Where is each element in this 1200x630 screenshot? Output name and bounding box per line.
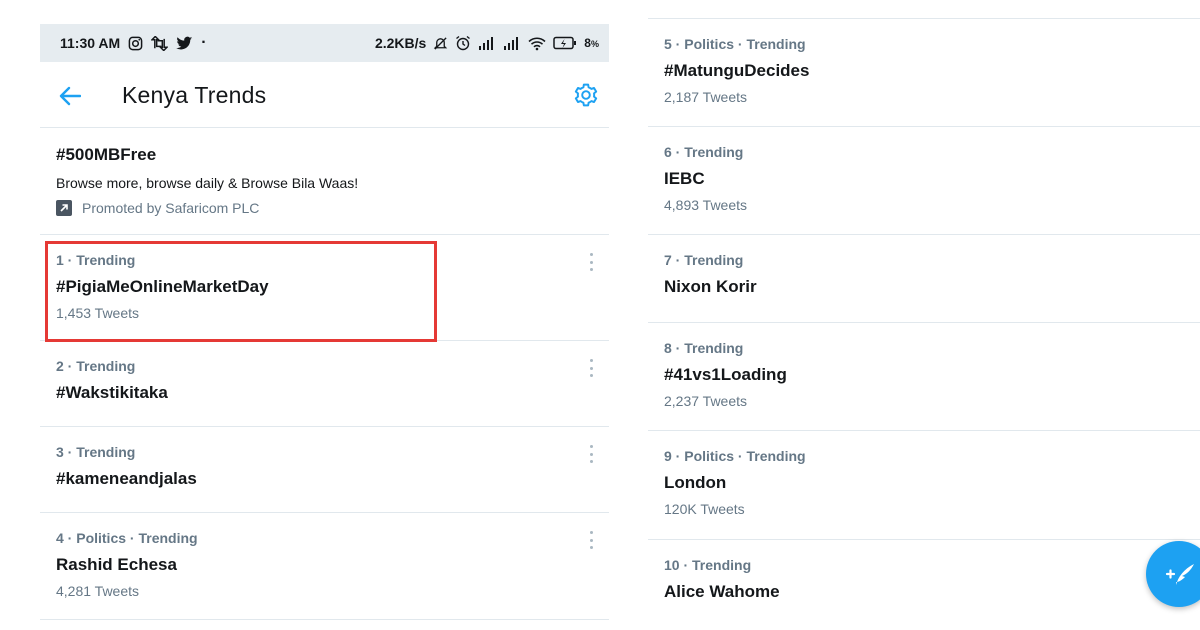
- trend-row-8[interactable]: 8 · Trending #41vs1Loading 2,237 Tweets: [648, 323, 1200, 431]
- battery-percent: 8%: [584, 36, 599, 50]
- trend-row-5[interactable]: 5 · Politics · Trending #MatunguDecides …: [648, 19, 1200, 127]
- top-divider: [648, 0, 1200, 19]
- promoted-arrow-icon: [56, 200, 72, 216]
- trend-row-10[interactable]: 10 · Trending Alice Wahome: [648, 540, 1200, 630]
- wifi-icon: [528, 36, 546, 51]
- trend-tweet-count: 4,281 Tweets: [56, 583, 140, 599]
- arrow-left-icon: [59, 86, 81, 106]
- trend-row-7[interactable]: 7 · Trending Nixon Korir: [648, 235, 1200, 323]
- instagram-icon: [128, 36, 143, 51]
- trend-topic: London: [664, 473, 727, 492]
- back-button[interactable]: [56, 82, 84, 110]
- promoted-by-line: Promoted by Safaricom PLC: [56, 200, 259, 216]
- status-bar-left: 11:30 AM ·: [60, 34, 207, 52]
- trend-meta: 3 · Trending: [56, 444, 136, 460]
- trend-topic: #kameneandjalas: [56, 469, 197, 488]
- trend-tweet-count: 4,893 Tweets: [664, 197, 748, 213]
- trend-row-2[interactable]: 2 · Trending #Wakstikitaka: [40, 341, 609, 427]
- trend-topic: Alice Wahome: [664, 582, 780, 601]
- status-bar-right: 2.2KB/s 8%: [375, 35, 599, 51]
- mute-icon: [433, 36, 448, 51]
- trend-tweet-count: 2,187 Tweets: [664, 89, 748, 105]
- trend-row-6[interactable]: 6 · Trending IEBC 4,893 Tweets: [648, 127, 1200, 235]
- promoted-by: Promoted by Safaricom PLC: [82, 200, 260, 216]
- highlight-annotation-box: [45, 241, 437, 342]
- app-header: Kenya Trends: [40, 62, 609, 128]
- dot-icon: ·: [201, 34, 207, 51]
- more-options-icon[interactable]: [585, 253, 597, 271]
- trend-meta: 8 · Trending: [664, 340, 744, 356]
- trend-topic: #MatunguDecides: [664, 61, 810, 80]
- trend-meta: 10 · Trending: [664, 557, 752, 573]
- battery-charging-icon: [553, 36, 577, 50]
- promoted-description: Browse more, browse daily & Browse Bila …: [56, 175, 359, 191]
- more-options-icon[interactable]: [585, 359, 597, 377]
- gear-icon: [574, 83, 598, 107]
- more-options-icon[interactable]: [585, 445, 597, 463]
- alarm-icon: [455, 35, 471, 51]
- trend-topic: #500MBFree: [56, 145, 157, 164]
- trend-row-4[interactable]: 4 · Politics · Trending Rashid Echesa 4,…: [40, 513, 609, 620]
- more-options-icon[interactable]: [585, 531, 597, 549]
- trend-meta: 9 · Politics · Trending: [664, 448, 806, 464]
- trend-meta: 4 · Politics · Trending: [56, 530, 198, 546]
- trend-topic: Nixon Korir: [664, 277, 757, 296]
- trend-meta: 5 · Politics · Trending: [664, 36, 806, 52]
- right-screenshot-panel: 5 · Politics · Trending #MatunguDecides …: [648, 0, 1200, 630]
- trend-topic: Rashid Echesa: [56, 555, 177, 574]
- trend-row-3[interactable]: 3 · Trending #kameneandjalas: [40, 427, 609, 513]
- trend-row-9[interactable]: 9 · Politics · Trending London 120K Twee…: [648, 431, 1200, 540]
- signal-icon: [503, 36, 521, 50]
- settings-button[interactable]: [571, 80, 601, 110]
- trend-meta: 7 · Trending: [664, 252, 744, 268]
- trend-tweet-count: 2,237 Tweets: [664, 393, 748, 409]
- promoted-trend[interactable]: #500MBFree Browse more, browse daily & B…: [40, 128, 609, 235]
- retweet-icon: [151, 35, 169, 51]
- status-bar: 11:30 AM · 2.2KB/s 8%: [40, 24, 609, 62]
- trend-topic: #41vs1Loading: [664, 365, 787, 384]
- compose-tweet-icon: [1165, 564, 1194, 585]
- trend-topic: IEBC: [664, 169, 705, 188]
- page-title: Kenya Trends: [122, 82, 267, 108]
- trend-meta: 6 · Trending: [664, 144, 744, 160]
- signal-icon: [478, 36, 496, 50]
- twitter-bird-icon: [176, 36, 193, 51]
- status-time: 11:30 AM: [60, 35, 121, 51]
- network-speed: 2.2KB/s: [374, 35, 427, 51]
- trend-tweet-count: 120K Tweets: [664, 501, 745, 517]
- trend-meta: 2 · Trending: [56, 358, 136, 374]
- trend-topic: #Wakstikitaka: [56, 383, 168, 402]
